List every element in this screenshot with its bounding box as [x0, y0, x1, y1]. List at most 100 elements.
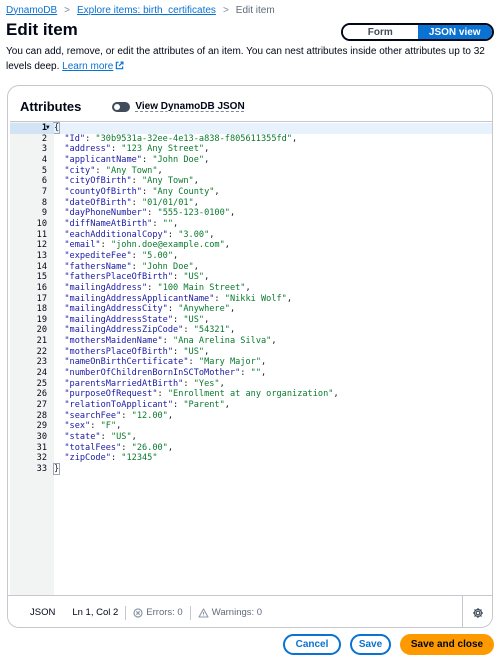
editor-status-bar: JSON Ln 1, Col 2 Errors: 0 Warnings: 0: [8, 595, 492, 627]
learn-more-link[interactable]: Learn more: [62, 61, 124, 72]
json-key: "city": [64, 165, 96, 176]
editor-text-area[interactable]: 1 ▼{2 "Id": "30b9531a-32ee-4e13-a838-f805…: [10, 122, 492, 595]
line-number: 23: [36, 357, 47, 368]
form-view-button[interactable]: Form: [343, 25, 418, 39]
colon: :: [173, 400, 184, 411]
comma: ,: [245, 282, 251, 293]
json-view-button[interactable]: JSON view: [417, 25, 492, 39]
json-key: "countyOfBirth": [64, 186, 142, 197]
json-value: "Nikki Wolf": [224, 293, 287, 304]
breadcrumb-dynamodb[interactable]: DynamoDB: [6, 5, 57, 16]
json-value: "Mary Major": [198, 357, 261, 368]
comma: ,: [193, 176, 199, 187]
line-number: 25: [36, 378, 47, 389]
code-line: 13 "expediteFee": "5.00",: [37, 250, 492, 262]
dynamodb-json-toggle[interactable]: [112, 101, 131, 112]
json-value: "123 Any Street": [121, 144, 205, 155]
json-value: "555-123-0100": [157, 208, 230, 219]
comma: ,: [224, 400, 230, 411]
json-key: "fathersPlaceOfBirth": [64, 272, 174, 283]
json-key: "eachAdditionalCopy": [64, 229, 168, 240]
line-number: 19: [36, 314, 47, 325]
line-number: 28: [36, 410, 47, 421]
code-line: 4 "applicantName": "John Doe",: [42, 154, 492, 166]
colon: :: [167, 304, 179, 315]
colon: :: [183, 325, 194, 336]
line-number: 2: [41, 133, 47, 144]
code-line: 10 "diffNameAtBirth": "",: [37, 218, 492, 230]
attributes-header: Attributes View DynamoDB JSON: [20, 99, 245, 114]
json-value: "5.00": [141, 250, 174, 261]
status-cursor-position: Ln 1, Col 2: [72, 607, 119, 618]
code-line: 21 "mothersMaidenName": "Ana Arelina Sil…: [37, 336, 492, 347]
colon: :: [100, 240, 111, 251]
line-number: 11: [36, 229, 47, 240]
colon: :: [147, 282, 158, 293]
gear-icon: [472, 607, 483, 618]
status-divider: [189, 605, 191, 620]
line-number: 26: [36, 389, 47, 400]
colon: :: [214, 293, 225, 304]
line-number: 15: [36, 272, 47, 283]
comma: ,: [229, 325, 236, 336]
code-line: 22 "mothersPlaceOfBirth": "US",: [37, 346, 492, 358]
json-key: "totalFees": [64, 442, 122, 453]
json-key: "state": [64, 432, 101, 443]
colon: :: [162, 336, 174, 347]
code-line: 30 "state": "US",: [37, 432, 492, 443]
comma: ,: [286, 293, 293, 304]
status-warnings-label: Warnings: 0: [211, 607, 263, 618]
line-number: 8: [41, 197, 47, 208]
json-value: "3.00": [178, 229, 210, 240]
editor-settings-button[interactable]: [462, 596, 492, 627]
comma: ,: [173, 218, 179, 229]
json-key: "address": [64, 144, 111, 155]
json-key: "mailingAddress": [64, 282, 148, 293]
colon: :: [121, 410, 132, 421]
json-code-editor[interactable]: 1 ▼{2 "Id": "30b9531a-32ee-4e13-a838-f805…: [10, 121, 492, 595]
json-key: "mailingAddressZipCode": [64, 325, 184, 336]
json-key: "Id": [64, 133, 86, 144]
comma: ,: [173, 250, 179, 261]
colon: :: [110, 144, 122, 155]
status-warnings[interactable]: Warnings: 0: [198, 607, 262, 618]
save-button[interactable]: Save: [350, 634, 391, 655]
line-number: 22: [36, 346, 47, 357]
json-key: "mailingAddressApplicantName": [64, 293, 215, 304]
line-number: 4: [41, 154, 47, 165]
line-number: 30: [36, 432, 47, 443]
view-mode-toggle: Form JSON view: [341, 23, 494, 41]
comma: ,: [157, 165, 163, 176]
json-value: "Yes": [193, 378, 220, 389]
dynamodb-json-toggle-label[interactable]: View DynamoDB JSON: [135, 101, 244, 112]
json-value: "john.doe@example.com": [110, 240, 225, 251]
comma: ,: [204, 346, 210, 357]
page-title: Edit item: [6, 20, 78, 39]
json-value: "01/01/01": [141, 197, 194, 208]
line-number: 17: [36, 293, 47, 304]
colon: :: [141, 154, 153, 165]
colon: :: [110, 453, 122, 464]
json-key: "zipCode": [64, 453, 111, 464]
code-line: 32 "zipCode": "12345": [37, 453, 492, 464]
fold-caret-icon[interactable]: ▼: [46, 123, 50, 134]
colon: :: [131, 197, 142, 208]
colon: :: [240, 368, 251, 379]
comma: ,: [204, 314, 210, 325]
json-key: "fathersName": [64, 261, 132, 272]
save-and-close-button[interactable]: Save and close: [400, 634, 494, 655]
json-value: "100 Main Street": [157, 282, 246, 293]
json-key: "relationToApplicant": [64, 400, 174, 411]
comma: ,: [214, 186, 220, 197]
code-line: 27 "relationToApplicant": "Parent",: [37, 400, 492, 411]
cancel-button[interactable]: Cancel: [283, 634, 341, 655]
json-value: "Enrollment at any organization": [167, 389, 334, 400]
breadcrumb-separator: >: [222, 4, 229, 16]
line-number: 21: [36, 336, 47, 347]
json-value: "US": [110, 432, 132, 443]
breadcrumb-explore-items[interactable]: Explore items: birth_certificates: [77, 5, 216, 16]
code-line: 7 "countyOfBirth": "Any County",: [42, 186, 492, 198]
json-key: "numberOfChildrenBornInSCToMother": [64, 368, 241, 379]
status-errors[interactable]: Errors: 0: [133, 607, 183, 618]
comma: ,: [204, 272, 210, 283]
